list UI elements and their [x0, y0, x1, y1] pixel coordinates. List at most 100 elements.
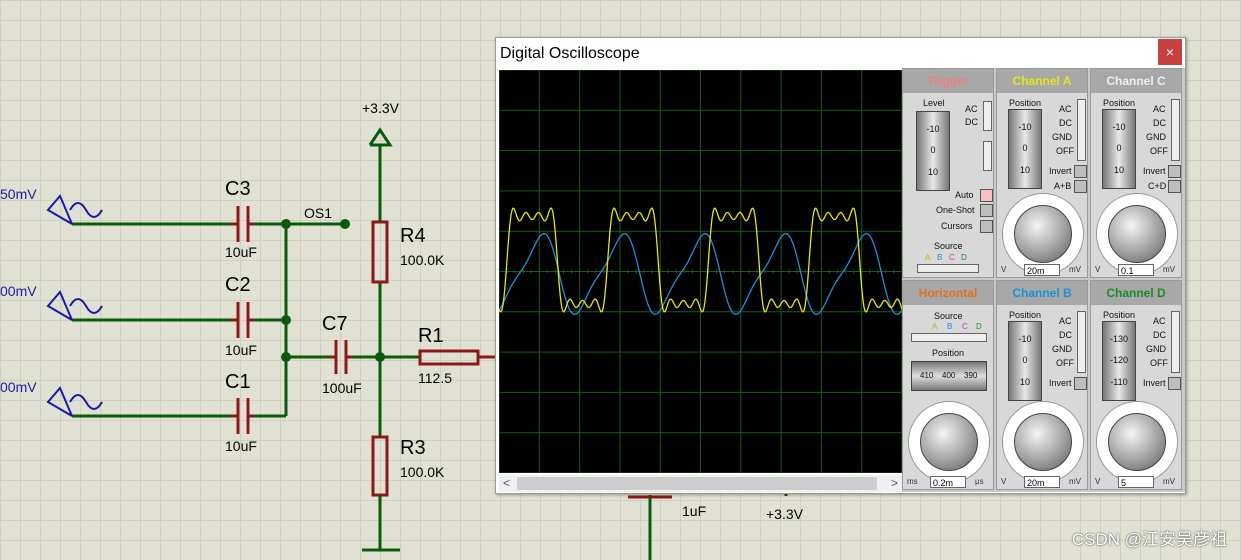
channel-a-dc[interactable]: DC: [1059, 118, 1072, 128]
trigger-source-label: Source: [934, 241, 963, 251]
channel-c-position-drum[interactable]: -10 0 10: [1102, 109, 1136, 189]
channel-b-ac[interactable]: AC: [1059, 316, 1072, 326]
supply-bottom-label: +3.3V: [766, 506, 803, 522]
title-bar[interactable]: Digital Oscilloscope ×: [496, 38, 1185, 69]
channel-c-dc[interactable]: DC: [1153, 118, 1166, 128]
channel-c-coupling-slider[interactable]: [1171, 99, 1180, 161]
channel-c-position-label: Position: [1103, 98, 1136, 108]
trigger-oneshot-button[interactable]: [980, 204, 993, 217]
channel-d-scale-value[interactable]: 5: [1118, 476, 1154, 488]
horizontal-timebase-knob[interactable]: [920, 413, 978, 471]
channel-b-coupling-slider[interactable]: [1077, 311, 1086, 373]
channel-c-combine-label: C+D: [1148, 181, 1167, 191]
horizontal-source-b[interactable]: B: [947, 322, 952, 331]
channel-a-invert-button[interactable]: [1074, 165, 1087, 178]
horizontal-scrollbar[interactable]: < >: [499, 475, 902, 492]
supply-top-label: +3.3V: [362, 100, 399, 116]
scroll-right-icon[interactable]: >: [891, 476, 898, 490]
trigger-ac[interactable]: AC: [965, 104, 978, 114]
c7-name: C7: [322, 313, 348, 335]
channel-a-gnd[interactable]: GND: [1052, 132, 1072, 142]
trigger-level-drum[interactable]: -10 0 10: [916, 111, 950, 191]
channel-d-ac[interactable]: AC: [1153, 316, 1166, 326]
channel-a-scale-value[interactable]: 20m: [1024, 264, 1060, 276]
channel-c-ac[interactable]: AC: [1153, 104, 1166, 114]
trigger-auto-button[interactable]: [980, 189, 993, 202]
trigger-section: Trigger Level -10 0 10 AC DC Auto One-Sh…: [902, 68, 994, 278]
scroll-left-icon[interactable]: <: [503, 476, 510, 490]
channel-b-dc[interactable]: DC: [1059, 330, 1072, 340]
channel-a-left-unit: V: [1001, 265, 1007, 274]
r3-name: R3: [400, 437, 426, 459]
horizontal-position-drum[interactable]: 410 400 390: [911, 361, 987, 391]
oscilloscope-window[interactable]: Digital Oscilloscope × < > Trigger Level…: [495, 37, 1186, 494]
control-panel: Trigger Level -10 0 10 AC DC Auto One-Sh…: [902, 68, 1185, 492]
channel-d-scale-knob[interactable]: [1108, 413, 1166, 471]
channel-d-position-label: Position: [1103, 310, 1136, 320]
channel-d-position-drum[interactable]: -130 -120 -110: [1102, 321, 1136, 401]
horizontal-timebase-value[interactable]: 0.2m: [930, 476, 966, 488]
channel-d-invert-button[interactable]: [1168, 377, 1181, 390]
trigger-cursors-button[interactable]: [980, 220, 993, 233]
channel-c-scale-value[interactable]: 0.1: [1118, 264, 1154, 276]
c2-value: 10uF: [225, 342, 257, 358]
horizontal-section: Horizontal Source A B C D Position 410 4…: [902, 280, 994, 490]
net-label-os1: OS1: [304, 205, 333, 221]
channel-a-position-label: Position: [1009, 98, 1042, 108]
channel-b-scale-value[interactable]: 20m: [1024, 476, 1060, 488]
trigger-dc[interactable]: DC: [965, 117, 978, 127]
channel-b-left-unit: V: [1001, 477, 1007, 486]
channel-a-combine-button[interactable]: [1074, 180, 1087, 193]
channel-a-combine-label: A+B: [1054, 181, 1072, 191]
trigger-source-b[interactable]: B: [937, 253, 942, 262]
horizontal-source-c[interactable]: C: [962, 322, 968, 331]
horizontal-position-label: Position: [932, 348, 965, 358]
channel-b-position-drum[interactable]: -10 0 10: [1008, 321, 1042, 401]
trigger-edge-switch[interactable]: [983, 141, 992, 171]
c1-name: C1: [225, 371, 251, 393]
channel-b-invert-label: Invert: [1049, 378, 1072, 388]
channel-c-right-unit: mV: [1163, 265, 1175, 274]
horizontal-title: Horizontal: [903, 281, 993, 305]
channel-b-title: Channel B: [997, 281, 1087, 305]
trigger-title: Trigger: [903, 69, 993, 93]
channel-c-gnd[interactable]: GND: [1146, 132, 1166, 142]
trigger-coupling-switch[interactable]: [983, 101, 992, 131]
horizontal-source-d[interactable]: D: [976, 322, 982, 331]
c2-name: C2: [225, 274, 251, 296]
c1-value: 10uF: [225, 438, 257, 454]
channel-b-off[interactable]: OFF: [1056, 358, 1074, 368]
channel-a-scale-knob[interactable]: [1014, 205, 1072, 263]
scroll-thumb[interactable]: [517, 477, 877, 490]
window-title: Digital Oscilloscope: [500, 45, 640, 62]
trigger-cursors-label: Cursors: [941, 221, 973, 231]
channel-c-invert-button[interactable]: [1168, 165, 1181, 178]
channel-c-combine-button[interactable]: [1168, 180, 1181, 193]
channel-c-title: Channel C: [1091, 69, 1181, 93]
channel-a-position-drum[interactable]: -10 0 10: [1008, 109, 1042, 189]
channel-a-off[interactable]: OFF: [1056, 146, 1074, 156]
channel-c-scale-knob[interactable]: [1108, 205, 1166, 263]
channel-d-gnd[interactable]: GND: [1146, 344, 1166, 354]
channel-d-section: Channel D Position -130 -120 -110 AC DC …: [1090, 280, 1182, 490]
channel-b-scale-knob[interactable]: [1014, 413, 1072, 471]
channel-b-gnd[interactable]: GND: [1052, 344, 1072, 354]
horizontal-source-a[interactable]: A: [932, 322, 937, 331]
channel-a-ac[interactable]: AC: [1059, 104, 1072, 114]
horizontal-right-unit: μs: [975, 477, 984, 486]
channel-d-off[interactable]: OFF: [1150, 358, 1168, 368]
channel-d-dc[interactable]: DC: [1153, 330, 1166, 340]
channel-a-coupling-slider[interactable]: [1077, 99, 1086, 161]
trigger-source-slider[interactable]: [917, 264, 979, 273]
channel-d-coupling-slider[interactable]: [1171, 311, 1180, 373]
trigger-source-d[interactable]: D: [961, 253, 967, 262]
c3-value: 10uF: [225, 244, 257, 260]
channel-d-right-unit: mV: [1163, 477, 1175, 486]
channel-c-off[interactable]: OFF: [1150, 146, 1168, 156]
horizontal-source-slider[interactable]: [911, 333, 987, 342]
channel-b-invert-button[interactable]: [1074, 377, 1087, 390]
trigger-source-c[interactable]: C: [949, 253, 955, 262]
channel-b-position-label: Position: [1009, 310, 1042, 320]
close-button[interactable]: ×: [1158, 39, 1182, 65]
trigger-source-a[interactable]: A: [925, 253, 930, 262]
